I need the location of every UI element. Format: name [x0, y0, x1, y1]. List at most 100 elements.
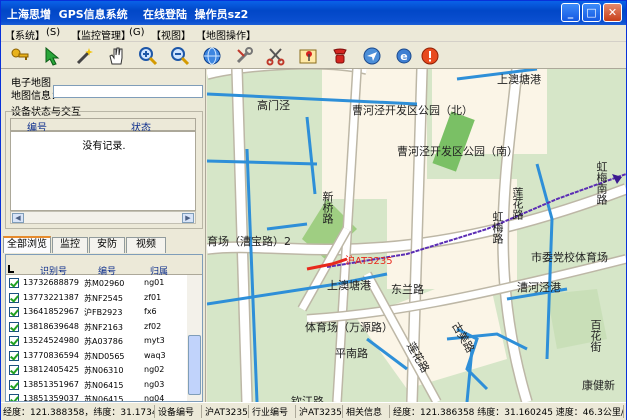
- scroll-thumb[interactable]: [188, 335, 201, 395]
- menu-monitor[interactable]: 【监控管理】: [71, 27, 131, 42]
- minimize-button[interactable]: _: [561, 3, 580, 22]
- maximize-button[interactable]: □: [582, 3, 601, 22]
- row-checkbox[interactable]: [9, 379, 19, 390]
- row-owner: ng01: [144, 278, 165, 287]
- row-id: 13818639648: [23, 321, 79, 331]
- vehicle-list: 识别号 编号 归属 13732688879 苏M02960 ng01 13773221…: [5, 254, 203, 402]
- status-device-label: 设备编号: [158, 405, 202, 418]
- row-owner: ng02: [144, 365, 165, 374]
- map-label: 上澳塘港: [497, 73, 541, 86]
- no-record-text: 没有记录.: [82, 141, 126, 152]
- list-item[interactable]: 13732688879 苏M02960 ng01: [6, 276, 186, 290]
- status-bar: 经度：121.388358，纬度：31.173434 设备编号 沪AT3235 …: [1, 402, 626, 420]
- toolbar: e: [1, 42, 626, 69]
- tab-all[interactable]: 全部浏览: [3, 236, 51, 253]
- check-all-icon[interactable]: [8, 265, 14, 273]
- phone-icon[interactable]: [327, 43, 352, 68]
- row-checkbox[interactable]: [9, 365, 19, 375]
- menu-map-ops[interactable]: 【地图操作】: [196, 27, 256, 42]
- title-bar[interactable]: 上海思增 GPS信息系统 在线登陆 操作员sz2 _ □ ✕: [1, 1, 626, 25]
- wrench-icon[interactable]: [231, 43, 256, 68]
- map-label: 虹梅路: [491, 211, 504, 244]
- vehicle-list-vscroll[interactable]: [187, 275, 202, 401]
- scroll-left-icon[interactable]: ◀: [12, 213, 24, 223]
- row-plate: 苏ND0565: [84, 351, 125, 361]
- row-plate: 苏N06310: [84, 366, 124, 375]
- map-label: 市委党校体育场: [531, 251, 608, 264]
- row-checkbox[interactable]: [9, 307, 19, 317]
- row-id: 13812405425: [23, 365, 79, 374]
- status-info-label: 相关信息: [346, 405, 390, 418]
- row-plate: 苏N06415: [84, 380, 124, 390]
- hand-icon[interactable]: [103, 43, 128, 68]
- scissors-icon[interactable]: [263, 43, 288, 68]
- list-item[interactable]: 13812405425 苏N06310 ng02: [6, 363, 186, 377]
- map-pin-icon[interactable]: [295, 43, 320, 68]
- map-label: 上澳塘港: [327, 279, 371, 292]
- tab-video[interactable]: 视频: [126, 237, 166, 253]
- status-cursor-coords: 经度：121.388358，纬度：31.173434: [3, 405, 155, 418]
- tab-monitor[interactable]: 监控: [52, 237, 88, 253]
- row-plate: 沪FB2923: [84, 308, 123, 317]
- row-plate: 苏A03786: [84, 337, 123, 346]
- close-button[interactable]: ✕: [603, 3, 622, 22]
- map-label: 新桥路: [321, 191, 334, 224]
- row-plate: 苏NF2163: [84, 322, 123, 332]
- map-view[interactable]: 上澳塘港 高门泾 曹河泾开发区公园（北） 曹河泾开发区公园（南） 虹梅南路 新桥…: [207, 69, 626, 402]
- list-item[interactable]: 13770836594 苏ND0565 waq3: [6, 349, 186, 363]
- list-item[interactable]: 13851359037 苏N06415 ng04: [6, 392, 186, 402]
- row-checkbox[interactable]: [9, 278, 19, 288]
- window-title: 上海思增 GPS信息系统 在线登陆 操作员sz2: [7, 8, 249, 21]
- row-checkbox[interactable]: [9, 394, 19, 401]
- vehicle-label[interactable]: 沪AT3235: [345, 252, 393, 267]
- row-id: 13851351967: [23, 379, 79, 389]
- tab-bar: 全部浏览 监控 安防 视频: [1, 236, 206, 253]
- map-label: 虹梅南路: [595, 161, 608, 205]
- key-icon[interactable]: [7, 43, 32, 68]
- pointer-icon[interactable]: [39, 43, 64, 68]
- row-owner: zf02: [144, 321, 162, 331]
- row-owner: fx6: [144, 307, 157, 316]
- map-label: 育场（漕宝路）2: [207, 235, 291, 248]
- row-id: 13732688879: [23, 278, 79, 287]
- device-table-header: 编号 状态: [10, 118, 196, 134]
- map-label: 体育场（万源路）: [305, 321, 393, 334]
- row-checkbox[interactable]: [9, 336, 19, 346]
- row-id: 13851359037: [23, 394, 79, 402]
- zoom-in-icon[interactable]: [135, 43, 160, 68]
- map-label: 东兰路: [391, 283, 424, 296]
- row-id: 13773221387: [23, 292, 79, 302]
- map-label: 曹河泾开发区公园（北）: [352, 104, 473, 117]
- row-id: 13641852967: [23, 307, 79, 316]
- device-table-body: 没有记录.: [10, 131, 196, 211]
- list-item[interactable]: 13641852967 沪FB2923 fx6: [6, 305, 186, 319]
- list-item[interactable]: 13818639648 苏NF2163 zf02: [6, 320, 186, 334]
- menu-monitor-shortcut[interactable]: (G): [129, 27, 145, 38]
- scroll-right-icon[interactable]: ▶: [182, 213, 194, 223]
- list-item[interactable]: 13851351967 苏N06415 ng03: [6, 378, 186, 392]
- row-checkbox[interactable]: [9, 321, 19, 332]
- row-id: 13524524980: [23, 336, 79, 345]
- send-icon[interactable]: [359, 43, 384, 68]
- ie-icon[interactable]: e: [391, 43, 416, 68]
- list-item[interactable]: 13524524980 苏A03786 myt3: [6, 334, 186, 348]
- menu-view[interactable]: 【视图】: [151, 27, 191, 42]
- menu-system-shortcut[interactable]: (S): [46, 27, 60, 38]
- svg-text:e: e: [400, 50, 407, 63]
- status-info-value: 经度：121.386358 纬度：31.160245 速度：46.3公里/h: [393, 405, 624, 418]
- row-owner: ng03: [144, 379, 165, 389]
- zoom-out-icon[interactable]: [167, 43, 192, 68]
- info-icon[interactable]: [417, 43, 442, 68]
- mapinfo-field[interactable]: [53, 85, 203, 98]
- list-item[interactable]: 13773221387 苏NF2545 zf01: [6, 291, 186, 305]
- menu-system[interactable]: 【系统】: [5, 27, 45, 42]
- row-checkbox[interactable]: [9, 350, 19, 361]
- map-label: 钦江路: [291, 395, 324, 402]
- device-table-hscroll[interactable]: ◀ ▶: [10, 211, 196, 224]
- globe-icon[interactable]: [199, 43, 224, 68]
- tab-security[interactable]: 安防: [89, 237, 125, 253]
- vehicle-list-header: 识别号 编号 归属: [6, 255, 202, 277]
- row-checkbox[interactable]: [9, 292, 19, 303]
- map-label: 百花街: [589, 319, 602, 352]
- magic-wand-icon[interactable]: [71, 43, 96, 68]
